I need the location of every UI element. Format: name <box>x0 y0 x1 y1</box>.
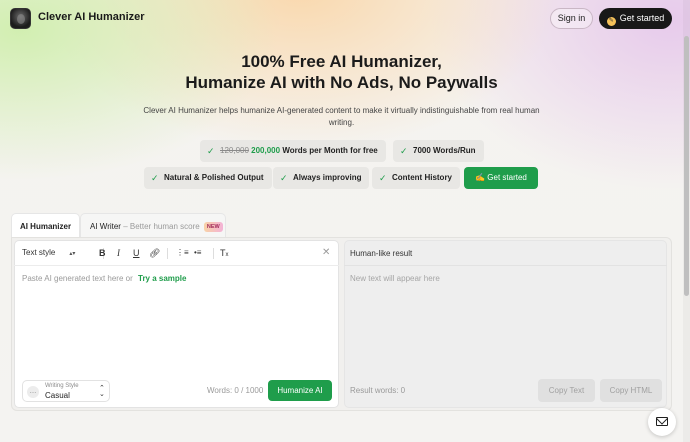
writing-style-select[interactable]: … Writing Style Casual ⌃ ⌄ <box>22 380 110 402</box>
link-icon[interactable]: 🔗︎ <box>149 247 160 259</box>
try-sample-link[interactable]: Try a sample <box>138 274 186 283</box>
toolbar-divider <box>167 248 168 259</box>
feature-words-per-run: ✓ 7000 Words/Run <box>393 140 484 162</box>
tab-ai-writer[interactable]: AI Writer – Better human score NEW <box>80 213 226 238</box>
editor-toolbar: Text style ▴▾ B I U 🔗︎ ⋮≡ •≡ Tx ✕ <box>14 240 339 266</box>
feature-content-history: ✓ Content History <box>372 167 460 189</box>
hero-title-line2: Humanize AI with No Ads, No Paywalls <box>185 73 498 92</box>
ordered-list-icon[interactable]: ⋮≡ <box>176 247 189 259</box>
new-words-count: 200,000 <box>251 146 281 155</box>
italic-icon[interactable]: I <box>117 247 120 259</box>
writing-style-label: Writing Style <box>45 383 79 389</box>
logo-icon[interactable] <box>10 8 31 29</box>
check-icon: ✓ <box>151 173 159 183</box>
feature-natural-output: ✓ Natural & Polished Output <box>144 167 272 189</box>
history-label: Content History <box>392 173 452 182</box>
writing-style-value: Casual <box>45 391 70 400</box>
scrollbar-thumb[interactable] <box>684 36 689 296</box>
words-suffix: Words per Month for free <box>282 146 378 155</box>
select-arrows-icon: ▴▾ <box>69 251 76 257</box>
pen-icon: ✍ <box>475 173 488 182</box>
feature-always-improving: ✓ Always improving <box>273 167 370 189</box>
per-run-label: 7000 Words/Run <box>413 146 476 155</box>
get-started-header-button[interactable]: ✎ Get started <box>599 8 672 29</box>
close-icon[interactable]: ✕ <box>322 247 330 259</box>
new-badge: NEW <box>203 222 223 232</box>
contact-mail-button[interactable] <box>648 408 676 436</box>
text-style-select[interactable]: Text style ▴▾ <box>22 247 75 260</box>
copy-html-button[interactable]: Copy HTML <box>600 379 662 402</box>
input-placeholder[interactable]: Paste AI generated text here or <box>22 274 133 283</box>
hero-subtitle: Clever AI Humanizer helps humanize AI-ge… <box>143 106 540 127</box>
chevron-updown-icon: ⌃ ⌄ <box>99 385 105 398</box>
result-word-count: Result words: 0 <box>350 386 406 395</box>
result-title: Human-like result <box>350 249 413 258</box>
hero-title-line1: 100% Free AI Humanizer, <box>241 52 442 71</box>
bold-icon[interactable]: B <box>99 247 106 259</box>
brand-name[interactable]: Clever AI Humanizer <box>38 11 145 23</box>
underline-icon[interactable]: U <box>133 247 140 259</box>
old-words-count: 120,000 <box>220 146 249 155</box>
bullet-list-icon[interactable]: •≡ <box>194 247 201 259</box>
page: Clever AI Humanizer Sign in ✎ Get started… <box>0 0 690 442</box>
sign-in-button[interactable]: Sign in <box>550 8 593 29</box>
chat-bubble-icon: … <box>27 386 39 398</box>
result-placeholder: New text will appear here <box>350 274 440 283</box>
tab-ai-writer-note: – Better human score <box>123 222 200 231</box>
clear-format-icon[interactable]: Tx <box>220 247 229 261</box>
tab-ai-writer-label: AI Writer <box>90 222 121 231</box>
check-icon: ✓ <box>207 146 215 156</box>
mail-icon <box>656 417 668 426</box>
text-style-label: Text style <box>22 248 56 257</box>
tab-ai-humanizer[interactable]: AI Humanizer <box>11 213 80 238</box>
check-icon: ✓ <box>400 146 408 156</box>
get-started-green-label: Get started <box>487 173 527 182</box>
get-started-green-button[interactable]: ✍ Get started <box>464 167 538 189</box>
input-word-count: Words: 0 / 1000 <box>207 386 264 395</box>
rocket-icon: ✎ <box>606 17 616 26</box>
feature-words-per-month: ✓ 120,000 200,000 Words per Month for fr… <box>200 140 386 162</box>
check-icon: ✓ <box>280 173 288 183</box>
check-icon: ✓ <box>379 173 387 183</box>
toolbar-divider <box>213 248 214 259</box>
improving-label: Always improving <box>293 173 362 182</box>
humanize-button[interactable]: Humanize AI <box>268 380 332 401</box>
copy-text-button[interactable]: Copy Text <box>538 379 595 402</box>
natural-label: Natural & Polished Output <box>164 173 264 182</box>
get-started-label: Get started <box>619 13 665 23</box>
